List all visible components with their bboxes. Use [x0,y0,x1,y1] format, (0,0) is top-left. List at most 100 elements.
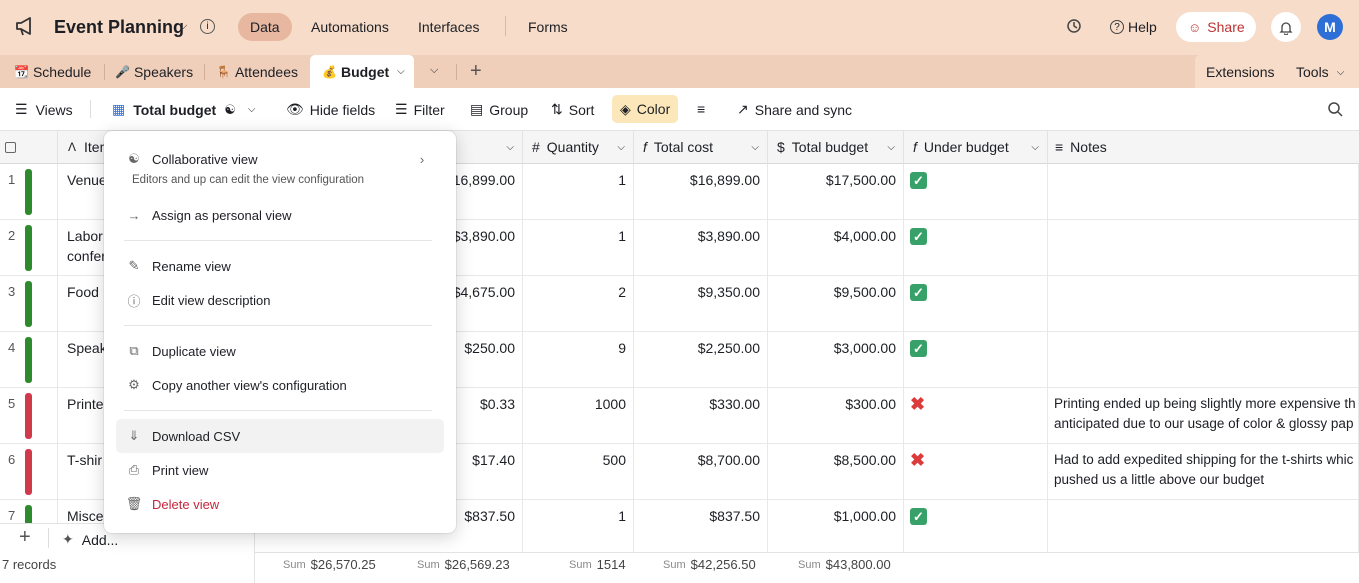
bell-icon[interactable] [1271,12,1301,42]
menu-download-csv[interactable]: ⇓ Download CSV [116,419,444,453]
help-label[interactable]: Help [1128,19,1157,35]
tab-attendees[interactable]: 🪑 Attendees [216,64,298,80]
row-number-cell[interactable]: 5 [0,388,58,444]
base-title[interactable]: Event Planning [54,17,184,38]
chevron-down-icon[interactable]: ⌵ [179,20,187,33]
row-number-cell[interactable]: 3 [0,276,58,332]
megaphone-icon[interactable] [15,16,37,36]
tab-speakers[interactable]: 🎤 Speakers [115,64,193,80]
sum-total-cost[interactable]: Sum $42,256.50 [663,557,756,572]
cell-total[interactable]: $16,899.00 [634,164,768,220]
search-icon[interactable] [1327,101,1343,117]
column-header-total-budget[interactable]: $ Total budget ⌵ [768,131,904,164]
sort-button[interactable]: ⇅ Sort [551,101,594,118]
color-button[interactable]: ◈ Color [612,95,679,123]
nav-forms[interactable]: Forms [528,19,568,35]
column-header-total-cost[interactable]: f Total cost ⌵ [634,131,768,164]
filter-button[interactable]: ☰ Filter [395,101,445,118]
cell-budget[interactable]: $4,000.00 [768,220,904,276]
tools-button[interactable]: Tools ⌵ [1296,64,1344,80]
cell-ok[interactable]: ✓ [904,500,1048,552]
menu-collaborative-view[interactable]: ☯ Collaborative view › [116,142,444,176]
cell-notes[interactable]: Had to add expedited shipping for the t-… [1048,444,1359,500]
menu-print-view[interactable]: ⎙ Print view [116,453,444,487]
cell-budget[interactable]: $9,500.00 [768,276,904,332]
nav-data[interactable]: Data [238,13,292,41]
cell-ok[interactable]: ✖ [904,388,1048,444]
tab-budget[interactable]: 💰 Budget ⌵ [310,55,414,88]
cost-value: $4,675.00 [452,284,515,300]
cell-qty[interactable]: 1 [523,164,634,220]
row-height-icon[interactable]: ≡ [697,101,705,117]
history-icon[interactable] [1066,18,1082,34]
column-header-quantity[interactable]: # Quantity ⌵ [523,131,634,164]
sum-item[interactable]: Sum $26,570.25 [283,557,376,572]
cell-total[interactable]: $3,890.00 [634,220,768,276]
cell-notes[interactable] [1048,276,1359,332]
sum-value: 1514 [596,557,626,572]
cell-notes[interactable]: Printing ended up being slightly more ex… [1048,388,1359,444]
cell-ok[interactable]: ✓ [904,220,1048,276]
view-name-button[interactable]: ▦ Total budget ☯ ⌵ [112,101,255,118]
cell-budget[interactable]: $3,000.00 [768,332,904,388]
nav-automations[interactable]: Automations [311,19,389,35]
cell-budget[interactable]: $300.00 [768,388,904,444]
cell-qty[interactable]: 1000 [523,388,634,444]
select-all-header[interactable] [0,131,58,164]
row-number-cell[interactable]: 2 [0,220,58,276]
menu-assign-personal[interactable]: → Assign as personal view [116,198,444,232]
cell-ok[interactable]: ✖ [904,444,1048,500]
sum-total-budget[interactable]: Sum $43,800.00 [798,557,891,572]
cell-total[interactable]: $8,700.00 [634,444,768,500]
cell-qty[interactable]: 500 [523,444,634,500]
add-record-icon[interactable]: + [19,526,31,549]
cell-qty[interactable]: 1 [523,500,634,552]
sum-quantity[interactable]: Sum 1514 [569,557,626,572]
cell-total[interactable]: $330.00 [634,388,768,444]
tab-schedule[interactable]: 📆 Schedule [14,64,91,80]
cell-total[interactable]: $837.50 [634,500,768,552]
all-tables-chevron-icon[interactable]: ⌵ [430,64,438,77]
cell-notes[interactable] [1048,500,1359,552]
menu-delete-view[interactable]: 🗑 Delete view [116,487,444,521]
menu-rename-view[interactable]: ✎ Rename view [116,249,444,283]
cell-ok[interactable]: ✓ [904,276,1048,332]
group-button[interactable]: ▤ Group [470,101,528,118]
info-icon[interactable]: i [200,19,215,34]
nav-interfaces[interactable]: Interfaces [418,19,479,35]
cell-budget[interactable]: $1,000.00 [768,500,904,552]
row-number-cell[interactable]: 1 [0,164,58,220]
cell-notes[interactable] [1048,220,1359,276]
share-button[interactable]: ☺ Share [1176,12,1256,42]
cell-total[interactable]: $2,250.00 [634,332,768,388]
cell-budget[interactable]: $8,500.00 [768,444,904,500]
cell-qty[interactable]: 9 [523,332,634,388]
sum-cost[interactable]: Sum $26,569.23 [417,557,510,572]
chevron-right-icon: › [419,151,425,167]
cell-ok[interactable]: ✓ [904,164,1048,220]
help-icon[interactable]: ? [1110,20,1124,34]
menu-duplicate-view[interactable]: ⧉ Duplicate view [116,334,444,368]
share-sync-button[interactable]: ↗ Share and sync [737,101,852,118]
cell-notes[interactable] [1048,164,1359,220]
row-number-cell[interactable]: 4 [0,332,58,388]
extensions-button[interactable]: Extensions [1206,64,1274,80]
add-table-icon[interactable]: + [470,60,482,83]
cell-qty[interactable]: 2 [523,276,634,332]
row-number-cell[interactable]: 6 [0,444,58,500]
menu-edit-description[interactable]: ⓘ Edit view description [116,283,444,317]
cell-ok[interactable]: ✓ [904,332,1048,388]
column-header-notes[interactable]: ≡ Notes [1048,131,1359,164]
views-button[interactable]: ☰ Views [15,101,73,118]
chevron-down-icon[interactable]: ⌵ [397,66,405,77]
column-header-under-budget[interactable]: f Under budget ⌵ [904,131,1048,164]
avatar[interactable]: M [1317,14,1343,40]
cell-notes[interactable] [1048,332,1359,388]
cell-qty[interactable]: 1 [523,220,634,276]
add-with-ai-button[interactable]: ✦ Add... [62,531,118,548]
hide-fields-button[interactable]: 👁 Hide fields [286,101,375,118]
select-all-checkbox[interactable] [5,141,16,153]
menu-copy-configuration[interactable]: ⚙ Copy another view's configuration [116,368,444,402]
cell-budget[interactable]: $17,500.00 [768,164,904,220]
cell-total[interactable]: $9,350.00 [634,276,768,332]
